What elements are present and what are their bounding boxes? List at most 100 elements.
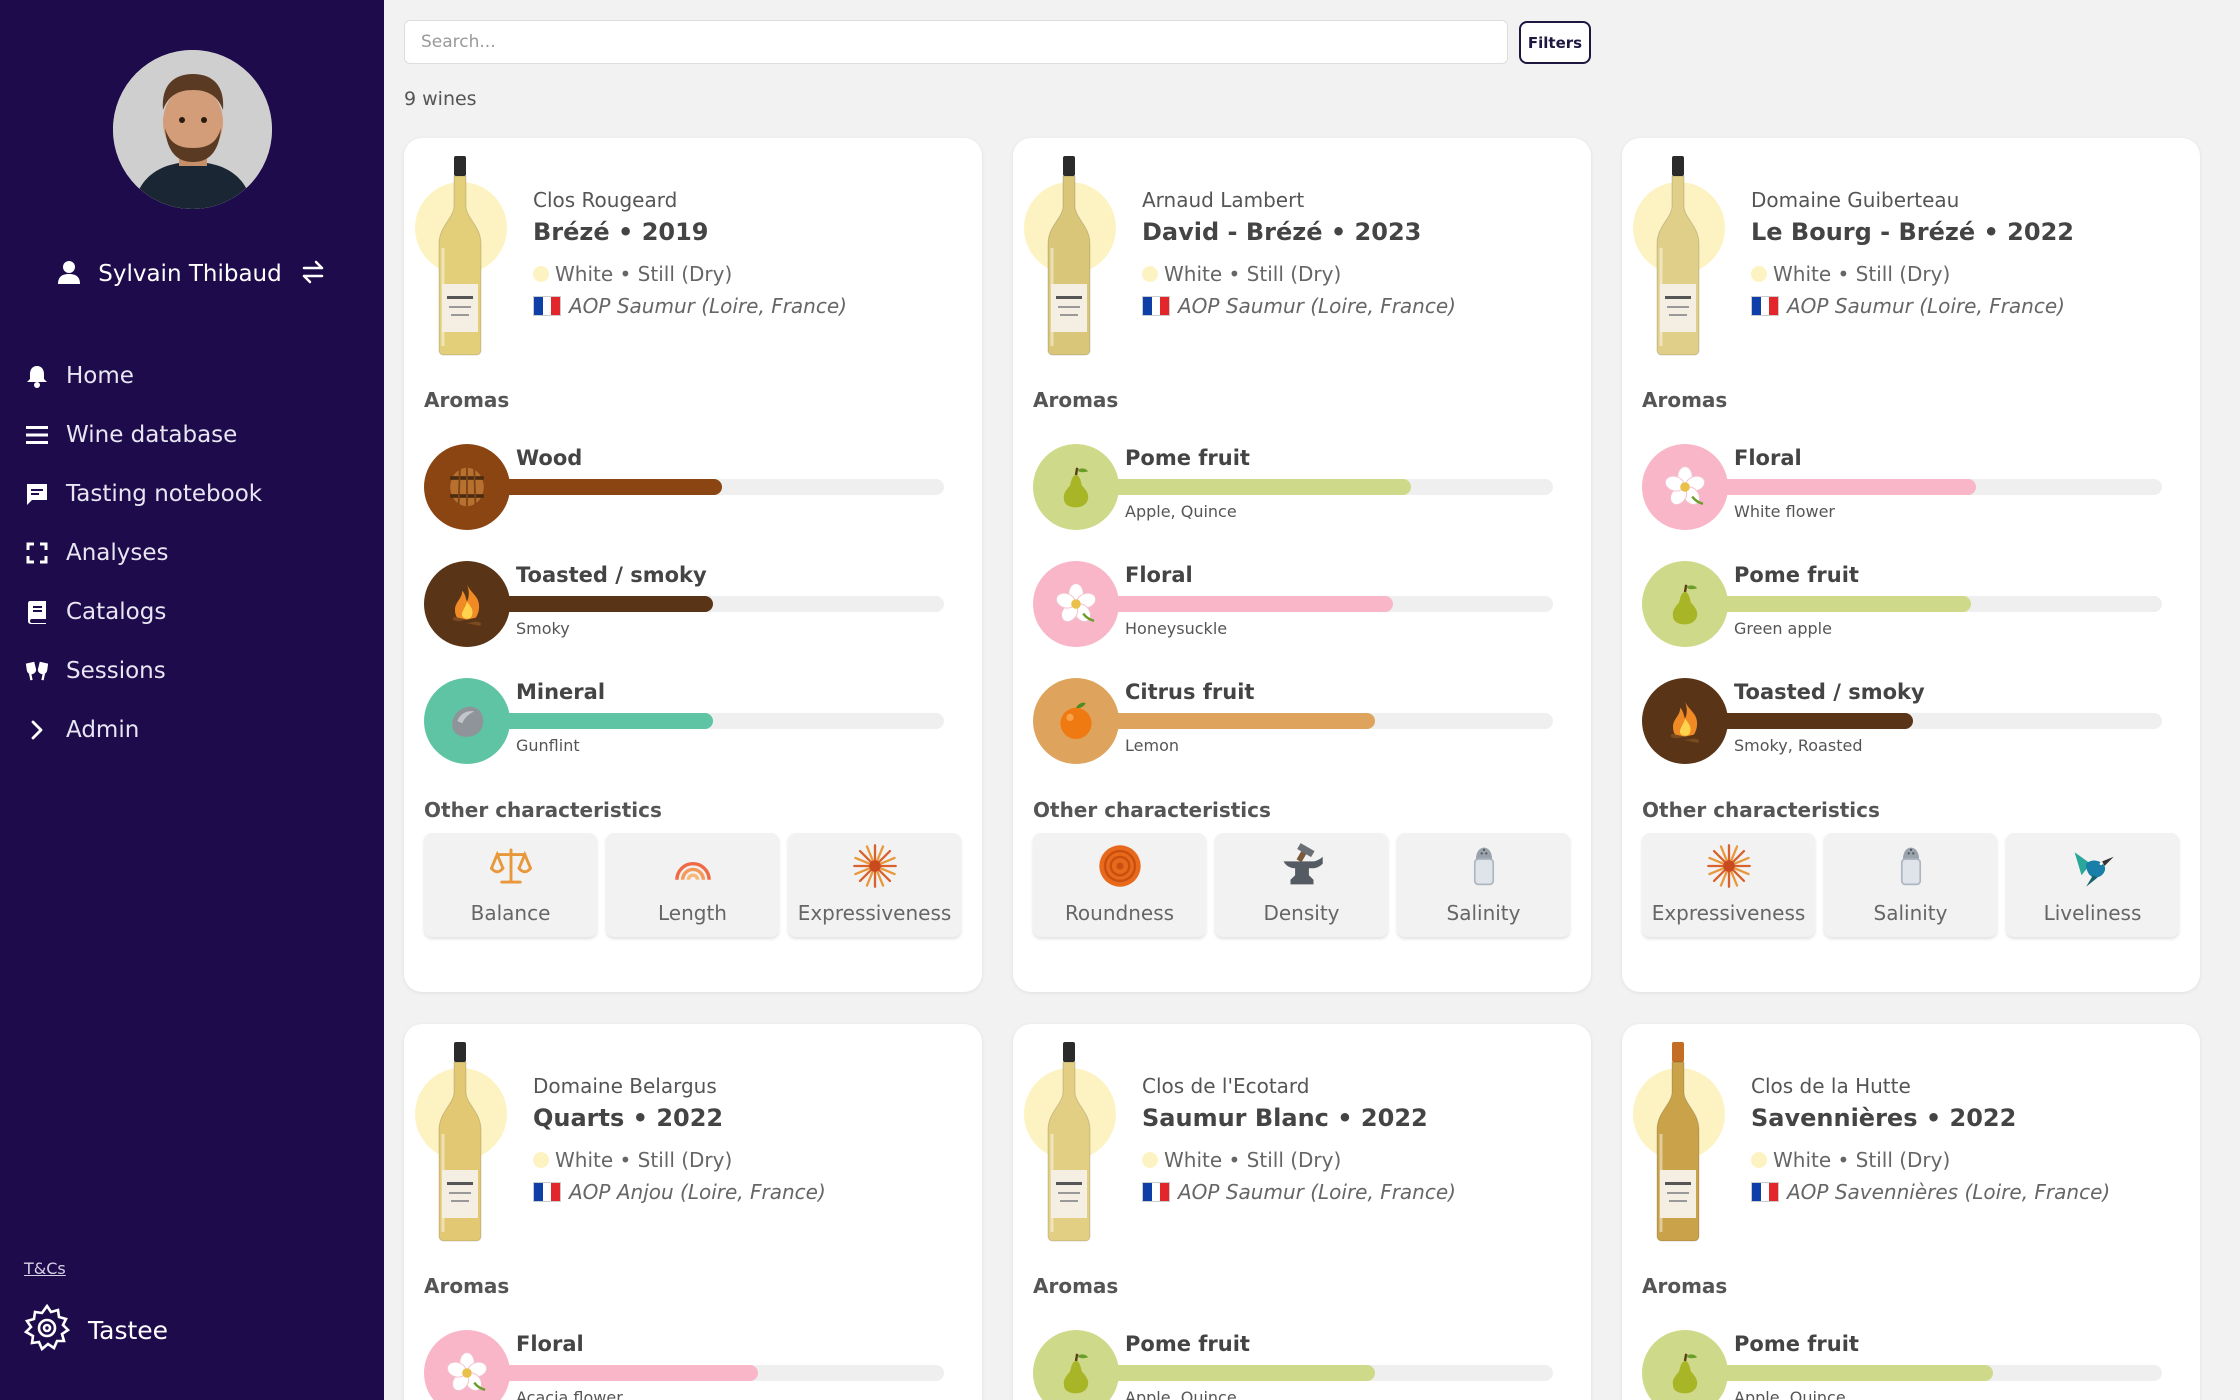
aroma-intensity-fill	[1718, 479, 1976, 495]
aroma-detail: Smoky, Roasted	[1734, 736, 1863, 755]
characteristic-tile[interactable]: Roundness	[1033, 833, 1206, 937]
nav-item-wine-database[interactable]: Wine database	[24, 405, 262, 464]
nav-label: Analyses	[66, 539, 169, 566]
switch-user-icon[interactable]	[300, 260, 326, 288]
wine-color-dot	[533, 266, 549, 282]
book-icon	[24, 599, 50, 625]
origin-label: AOP Savennières (Loire, France)	[1787, 1180, 2111, 1204]
wine-card[interactable]: Clos Rougeard Brézé • 2019 White • Still (…	[404, 138, 982, 992]
bell-icon	[24, 363, 50, 389]
aroma-name: Toasted / smoky	[1734, 680, 1925, 704]
characteristic-tile[interactable]: Density	[1215, 833, 1388, 937]
aromas-heading: Aromas	[424, 1274, 510, 1298]
aroma-row[interactable]: Floral Acacia flower	[424, 1330, 964, 1400]
aroma-intensity-track	[1718, 713, 2162, 729]
wine-card[interactable]: Domaine Guiberteau Le Bourg - Brézé • 202…	[1622, 138, 2200, 992]
nav-item-analyses[interactable]: Analyses	[24, 523, 262, 582]
brand-name: Tastee	[88, 1315, 169, 1345]
wine-card[interactable]: Clos de l'Ecotard Saumur Blanc • 2022 Whit…	[1013, 1024, 1591, 1400]
characteristics-list: Expressiveness Salinity Liveliness	[1642, 833, 2179, 937]
aroma-row[interactable]: Toasted / smoky Smoky, Roasted	[1642, 678, 2182, 768]
brand: Tastee	[22, 1303, 168, 1357]
wine-type: White • Still (Dry)	[533, 1148, 732, 1172]
wine-type-label: White • Still (Dry)	[1773, 262, 1951, 286]
stone-icon	[424, 678, 510, 764]
aroma-intensity-fill	[1109, 1365, 1376, 1381]
wine-origin: AOP Anjou (Loire, France)	[533, 1180, 826, 1204]
aroma-intensity-fill	[500, 1365, 758, 1381]
aroma-detail: Lemon	[1125, 736, 1179, 755]
aroma-row[interactable]: Floral Honeysuckle	[1033, 561, 1573, 651]
bottle-image	[435, 1042, 485, 1246]
wine-card[interactable]: Clos de la Hutte Savennières • 2022 White …	[1622, 1024, 2200, 1400]
characteristic-label: Balance	[470, 901, 551, 925]
aroma-row[interactable]: Pome fruit Apple, Quince	[1033, 444, 1573, 534]
aroma-intensity-track	[500, 596, 944, 612]
aroma-name: Toasted / smoky	[516, 563, 707, 587]
aroma-name: Floral	[1125, 563, 1193, 587]
aroma-intensity-fill	[500, 596, 714, 612]
aroma-name: Wood	[516, 446, 583, 470]
aroma-row[interactable]: Pome fruit Green apple	[1642, 561, 2182, 651]
brand-logo-icon	[22, 1303, 72, 1357]
aroma-row[interactable]: Toasted / smoky Smoky	[424, 561, 964, 651]
arcs-icon	[670, 843, 716, 893]
user-row: Sylvain Thibaud	[0, 252, 384, 296]
characteristic-tile[interactable]: Length	[606, 833, 779, 937]
aroma-intensity-track	[500, 479, 944, 495]
characteristic-tile[interactable]: Balance	[424, 833, 597, 937]
nav-item-tasting-notebook[interactable]: Tasting notebook	[24, 464, 262, 523]
aroma-row[interactable]: Mineral Gunflint	[424, 678, 964, 768]
france-flag-icon	[1751, 1182, 1779, 1202]
aroma-detail: Green apple	[1734, 619, 1832, 638]
nav-item-home[interactable]: Home	[24, 346, 262, 405]
producer-name: Domaine Belargus	[533, 1074, 717, 1098]
france-flag-icon	[533, 1182, 561, 1202]
wine-count: 9 wines	[404, 88, 477, 110]
wine-type: White • Still (Dry)	[533, 262, 732, 286]
aroma-intensity-fill	[1718, 1365, 1994, 1381]
origin-label: AOP Saumur (Loire, France)	[569, 294, 847, 318]
characteristic-label: Liveliness	[2043, 901, 2142, 925]
france-flag-icon	[1751, 296, 1779, 316]
salt-shaker-icon	[1888, 843, 1934, 893]
nav-label: Sessions	[66, 657, 166, 684]
pear-icon	[1033, 444, 1119, 530]
characteristics-list: Balance Length Expressiveness	[424, 833, 961, 937]
main-content: Filters 9 wines Clos Rougeard Brézé • 201…	[384, 0, 2240, 1400]
aromas-heading: Aromas	[1642, 388, 1728, 412]
search-input[interactable]	[404, 20, 1508, 64]
france-flag-icon	[1142, 1182, 1170, 1202]
aroma-intensity-fill	[500, 479, 722, 495]
anvil-icon	[1279, 843, 1325, 893]
wine-card[interactable]: Domaine Belargus Quarts • 2022 White • Sti…	[404, 1024, 982, 1400]
avatar[interactable]	[113, 50, 272, 209]
terms-link[interactable]: T&Cs	[24, 1259, 66, 1278]
wine-type: White • Still (Dry)	[1751, 262, 1950, 286]
nav-item-sessions[interactable]: Sessions	[24, 641, 262, 700]
aroma-intensity-track	[1109, 596, 1553, 612]
bottle-image	[1653, 1042, 1703, 1246]
orange-icon	[1033, 678, 1119, 764]
characteristic-tile[interactable]: Expressiveness	[788, 833, 961, 937]
aroma-row[interactable]: Pome fruit Apple, Quince	[1642, 1330, 2182, 1400]
aroma-row[interactable]: Citrus fruit Lemon	[1033, 678, 1573, 768]
characteristic-tile[interactable]: Salinity	[1397, 833, 1570, 937]
nav-label: Home	[66, 362, 134, 389]
characteristic-tile[interactable]: Liveliness	[2006, 833, 2179, 937]
wine-origin: AOP Saumur (Loire, France)	[533, 294, 847, 318]
aroma-detail: Gunflint	[516, 736, 580, 755]
aroma-row[interactable]: Wood	[424, 444, 964, 534]
aroma-row[interactable]: Pome fruit Apple, Quince	[1033, 1330, 1573, 1400]
characteristic-tile[interactable]: Expressiveness	[1642, 833, 1815, 937]
nav-item-admin[interactable]: Admin	[24, 700, 262, 759]
filters-button[interactable]: Filters	[1519, 21, 1591, 64]
aroma-detail: Smoky	[516, 619, 570, 638]
nav-item-catalogs[interactable]: Catalogs	[24, 582, 262, 641]
cuvee-name: Le Bourg - Brézé • 2022	[1751, 218, 2074, 246]
characteristic-tile[interactable]: Salinity	[1824, 833, 1997, 937]
aroma-row[interactable]: Floral White flower	[1642, 444, 2182, 534]
aroma-intensity-track	[1718, 596, 2162, 612]
nav-label: Tasting notebook	[66, 480, 263, 507]
wine-card[interactable]: Arnaud Lambert David - Brézé • 2023 White …	[1013, 138, 1591, 992]
